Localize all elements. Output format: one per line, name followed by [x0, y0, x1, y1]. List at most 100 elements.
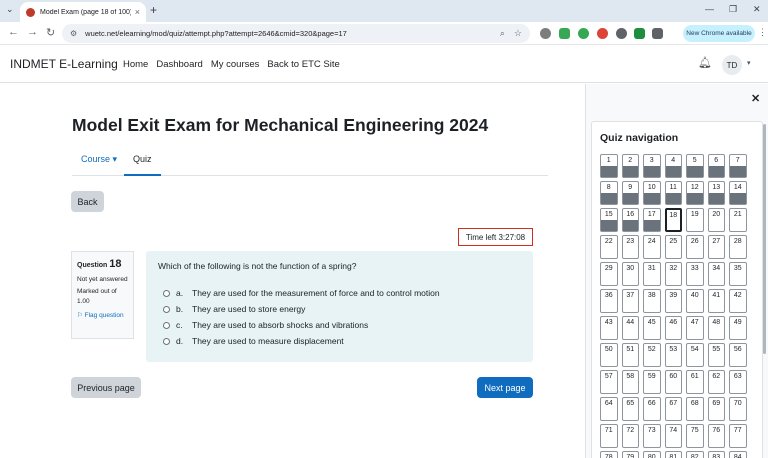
- answer-option-a[interactable]: a. They are used for the measurement of …: [163, 288, 440, 298]
- site-brand[interactable]: INDMET E-Learning: [10, 57, 118, 71]
- quiz-nav-button-23[interactable]: 23: [621, 235, 639, 259]
- quiz-nav-button-58[interactable]: 58: [621, 370, 639, 394]
- quiz-nav-button-61[interactable]: 61: [686, 370, 704, 394]
- quiz-nav-button-46[interactable]: 46: [664, 316, 682, 340]
- tab-quiz[interactable]: Quiz: [124, 152, 161, 176]
- quiz-nav-button-74[interactable]: 74: [664, 424, 682, 448]
- extension-icon[interactable]: [634, 28, 645, 39]
- quiz-nav-button-82[interactable]: 82: [686, 451, 704, 458]
- quiz-nav-button-34[interactable]: 34: [707, 262, 725, 286]
- new-chrome-available-button[interactable]: New Chrome available: [683, 25, 755, 42]
- quiz-nav-button-24[interactable]: 24: [643, 235, 661, 259]
- minimize-icon[interactable]: —: [705, 4, 714, 14]
- menu-home[interactable]: Home: [123, 59, 148, 70]
- quiz-nav-button-52[interactable]: 52: [643, 343, 661, 367]
- quiz-nav-button-53[interactable]: 53: [664, 343, 682, 367]
- quiz-nav-button-11[interactable]: 11: [664, 181, 682, 205]
- extensions-puzzle-icon[interactable]: [652, 28, 663, 39]
- quiz-nav-button-70[interactable]: 70: [729, 397, 747, 421]
- quiz-nav-button-79[interactable]: 79: [621, 451, 639, 458]
- menu-my-courses[interactable]: My courses: [211, 59, 260, 70]
- quiz-nav-button-19[interactable]: 19: [686, 208, 704, 232]
- quiz-nav-button-68[interactable]: 68: [686, 397, 704, 421]
- quiz-nav-button-56[interactable]: 56: [729, 343, 747, 367]
- menu-dashboard[interactable]: Dashboard: [156, 59, 202, 70]
- browser-tab[interactable]: Model Exam (page 18 of 100) : ×: [20, 2, 146, 22]
- window-close-icon[interactable]: ✕: [753, 4, 761, 15]
- previous-page-button[interactable]: Previous page: [71, 377, 141, 398]
- quiz-nav-button-9[interactable]: 9: [621, 181, 639, 205]
- drawer-scrollbar[interactable]: [763, 124, 766, 354]
- quiz-nav-button-41[interactable]: 41: [707, 289, 725, 313]
- quiz-nav-button-44[interactable]: 44: [621, 316, 639, 340]
- flag-question-button[interactable]: ⚐ Flag question: [77, 311, 128, 321]
- extension-icon[interactable]: [540, 28, 551, 39]
- quiz-nav-button-36[interactable]: 36: [600, 289, 618, 313]
- forward-arrow-icon[interactable]: →: [27, 26, 38, 38]
- quiz-nav-button-50[interactable]: 50: [600, 343, 618, 367]
- close-drawer-icon[interactable]: ✕: [751, 92, 760, 105]
- quiz-nav-button-45[interactable]: 45: [643, 316, 661, 340]
- quiz-nav-button-8[interactable]: 8: [600, 181, 618, 205]
- quiz-nav-button-18[interactable]: 18: [664, 208, 682, 232]
- back-arrow-icon[interactable]: ←: [8, 26, 19, 38]
- address-bar[interactable]: ⚙ wuetc.net/elearning/mod/quiz/attempt.p…: [62, 24, 530, 43]
- quiz-nav-button-21[interactable]: 21: [729, 208, 747, 232]
- quiz-nav-button-12[interactable]: 12: [686, 181, 704, 205]
- quiz-nav-button-47[interactable]: 47: [686, 316, 704, 340]
- notification-bell-icon[interactable]: 🔔︎: [698, 56, 712, 69]
- quiz-nav-button-63[interactable]: 63: [729, 370, 747, 394]
- quiz-nav-button-72[interactable]: 72: [621, 424, 639, 448]
- extension-icon[interactable]: [559, 28, 570, 39]
- quiz-nav-button-30[interactable]: 30: [621, 262, 639, 286]
- user-menu-caret-icon[interactable]: ▾: [747, 59, 751, 67]
- extension-icon[interactable]: [597, 28, 608, 39]
- user-avatar[interactable]: TD: [722, 55, 742, 75]
- quiz-nav-button-42[interactable]: 42: [729, 289, 747, 313]
- quiz-nav-button-38[interactable]: 38: [643, 289, 661, 313]
- quiz-nav-button-10[interactable]: 10: [643, 181, 661, 205]
- quiz-nav-button-60[interactable]: 60: [664, 370, 682, 394]
- extension-icon[interactable]: [578, 28, 589, 39]
- quiz-nav-button-62[interactable]: 62: [707, 370, 725, 394]
- back-button[interactable]: Back: [71, 191, 104, 212]
- quiz-nav-button-2[interactable]: 2: [621, 154, 639, 178]
- next-page-button[interactable]: Next page: [477, 377, 533, 398]
- quiz-nav-button-15[interactable]: 15: [600, 208, 618, 232]
- tab-search-icon[interactable]: ⌄: [6, 4, 14, 15]
- quiz-nav-button-59[interactable]: 59: [643, 370, 661, 394]
- reload-icon[interactable]: ↻: [46, 26, 55, 39]
- quiz-nav-button-76[interactable]: 76: [707, 424, 725, 448]
- quiz-nav-button-71[interactable]: 71: [600, 424, 618, 448]
- quiz-nav-button-14[interactable]: 14: [729, 181, 747, 205]
- answer-option-c[interactable]: c. They are used to absorb shocks and vi…: [163, 320, 368, 330]
- quiz-nav-button-32[interactable]: 32: [664, 262, 682, 286]
- quiz-nav-button-67[interactable]: 67: [664, 397, 682, 421]
- quiz-nav-button-7[interactable]: 7: [729, 154, 747, 178]
- quiz-nav-button-54[interactable]: 54: [686, 343, 704, 367]
- quiz-nav-button-51[interactable]: 51: [621, 343, 639, 367]
- quiz-nav-button-17[interactable]: 17: [643, 208, 661, 232]
- quiz-nav-button-37[interactable]: 37: [621, 289, 639, 313]
- quiz-nav-button-83[interactable]: 83: [707, 451, 725, 458]
- quiz-nav-button-78[interactable]: 78: [600, 451, 618, 458]
- quiz-nav-button-40[interactable]: 40: [686, 289, 704, 313]
- quiz-nav-button-66[interactable]: 66: [643, 397, 661, 421]
- quiz-nav-button-64[interactable]: 64: [600, 397, 618, 421]
- tab-close-icon[interactable]: ×: [135, 7, 140, 17]
- quiz-nav-button-1[interactable]: 1: [600, 154, 618, 178]
- quiz-nav-button-28[interactable]: 28: [729, 235, 747, 259]
- quiz-nav-button-39[interactable]: 39: [664, 289, 682, 313]
- new-tab-button[interactable]: +: [150, 3, 157, 17]
- radio-button[interactable]: [163, 337, 170, 345]
- quiz-nav-button-81[interactable]: 81: [664, 451, 682, 458]
- answer-option-b[interactable]: b. They are used to store energy: [163, 304, 305, 314]
- quiz-nav-button-33[interactable]: 33: [686, 262, 704, 286]
- radio-button[interactable]: [163, 305, 170, 313]
- quiz-nav-button-48[interactable]: 48: [707, 316, 725, 340]
- quiz-nav-button-6[interactable]: 6: [707, 154, 725, 178]
- quiz-nav-button-65[interactable]: 65: [621, 397, 639, 421]
- quiz-nav-button-69[interactable]: 69: [707, 397, 725, 421]
- quiz-nav-button-73[interactable]: 73: [643, 424, 661, 448]
- quiz-nav-button-5[interactable]: 5: [686, 154, 704, 178]
